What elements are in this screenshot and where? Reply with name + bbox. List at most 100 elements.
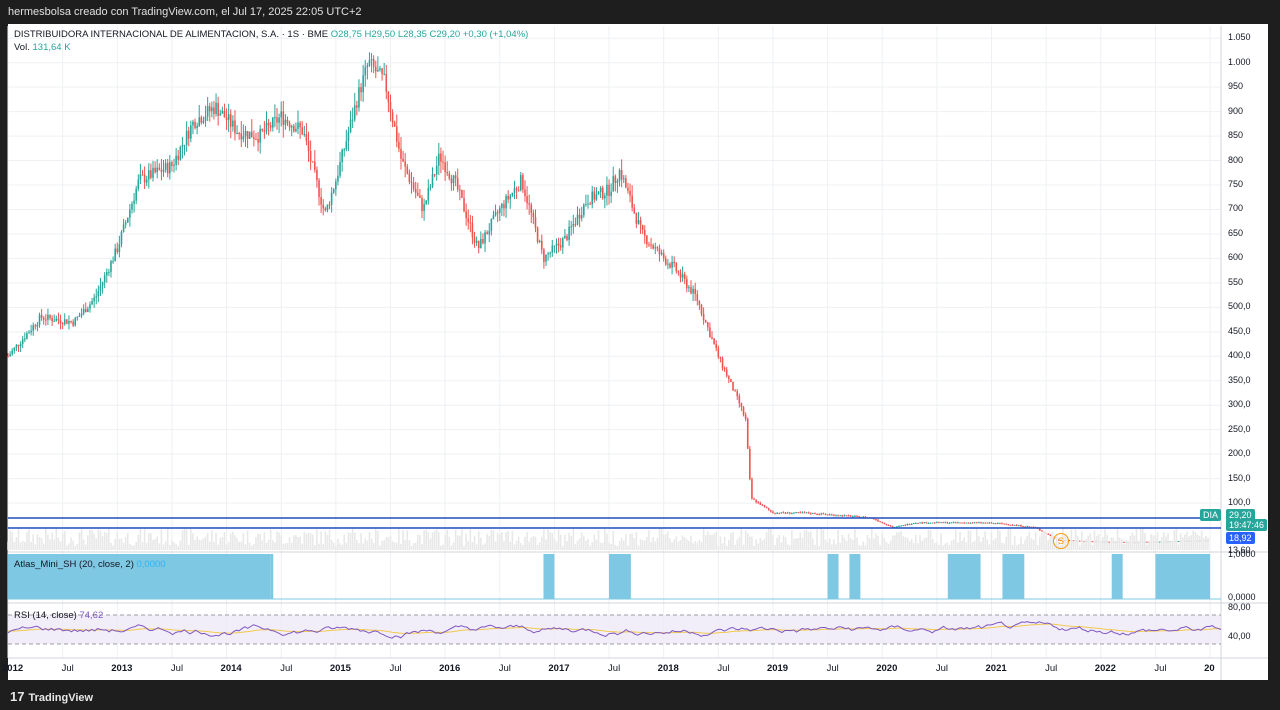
rsi-legend[interactable]: RSI (14, close) 74,62 bbox=[14, 610, 103, 621]
candle-body bbox=[936, 522, 938, 524]
candle-body bbox=[416, 192, 419, 196]
candle-body bbox=[994, 523, 997, 525]
candle-body bbox=[427, 188, 430, 201]
candle-body bbox=[814, 513, 816, 515]
candle-body bbox=[818, 514, 820, 516]
candle-body bbox=[679, 272, 682, 278]
price-tick-label: 450,0 bbox=[1228, 325, 1251, 336]
volume-bar bbox=[131, 545, 133, 550]
atlas-legend[interactable]: Atlas_Mini_SH (20, close, 2) 0,0000 bbox=[14, 559, 166, 570]
volume-bar bbox=[734, 544, 736, 550]
volume-bar bbox=[839, 542, 842, 550]
volume-bar bbox=[858, 545, 860, 550]
volume-bar bbox=[406, 530, 409, 550]
time-tick-label: Jul bbox=[717, 663, 730, 674]
volume-bar bbox=[761, 540, 764, 550]
candle-body bbox=[30, 330, 32, 333]
symbol-legend[interactable]: DISTRIBUIDORA INTERNACIONAL DE ALIMENTAC… bbox=[14, 29, 528, 40]
candle-body bbox=[1041, 530, 1043, 532]
candle-body bbox=[433, 174, 436, 176]
candle-body bbox=[263, 130, 266, 132]
candle-body bbox=[76, 316, 79, 318]
volume-bar bbox=[421, 543, 423, 550]
volume-bar bbox=[795, 538, 797, 550]
volume-bar bbox=[1173, 529, 1176, 550]
candle-body bbox=[938, 522, 940, 524]
candle-body bbox=[858, 516, 860, 518]
volume-bar bbox=[1106, 534, 1108, 550]
volume-legend[interactable]: Vol. 131,64 K bbox=[14, 42, 71, 53]
candle-body bbox=[849, 515, 852, 517]
volume-bar bbox=[290, 542, 293, 550]
volume-bar bbox=[177, 545, 180, 550]
candle-body bbox=[351, 119, 354, 121]
candle-body bbox=[599, 187, 602, 192]
volume-bar bbox=[1202, 538, 1205, 550]
candle-body bbox=[158, 167, 161, 170]
volume-bar bbox=[284, 543, 287, 550]
candle-body bbox=[883, 522, 886, 524]
volume-bar bbox=[345, 542, 348, 550]
candle-body bbox=[692, 288, 694, 294]
volume-bar bbox=[849, 538, 852, 550]
volume-bar bbox=[908, 541, 911, 550]
chart-canvas[interactable] bbox=[0, 0, 1280, 710]
volume-bar bbox=[250, 545, 253, 550]
volume-bar bbox=[900, 531, 902, 550]
volume-bar bbox=[381, 540, 383, 550]
candle-body bbox=[543, 249, 545, 262]
volume-bar bbox=[749, 536, 751, 550]
candle-body bbox=[986, 522, 989, 524]
volume-bar bbox=[482, 544, 484, 550]
volume-bar bbox=[442, 544, 444, 550]
candle-body bbox=[471, 223, 474, 238]
candle-body bbox=[662, 252, 665, 259]
candle-body bbox=[221, 110, 224, 114]
volume-bar bbox=[145, 543, 148, 550]
volume-bar bbox=[566, 541, 568, 550]
volume-bar bbox=[784, 537, 787, 550]
volume-bar bbox=[744, 530, 747, 550]
volume-bar bbox=[997, 528, 999, 550]
candle-body bbox=[175, 155, 177, 165]
volume-bar bbox=[1005, 536, 1008, 550]
volume-bar bbox=[1165, 536, 1167, 550]
candle-body bbox=[480, 238, 482, 248]
volume-bar bbox=[625, 533, 627, 550]
candle-body bbox=[629, 190, 631, 196]
volume-bar bbox=[99, 531, 102, 550]
volume-bar bbox=[295, 535, 297, 550]
volume-bar bbox=[223, 531, 226, 550]
volume-bar bbox=[1148, 540, 1150, 550]
volume-bar bbox=[580, 532, 583, 550]
split-event-marker[interactable]: S bbox=[1053, 533, 1069, 549]
volume-bar bbox=[696, 542, 699, 550]
candle-body bbox=[637, 220, 640, 224]
volume-bar bbox=[1028, 531, 1031, 550]
price-tick-label: 900 bbox=[1228, 105, 1244, 116]
candle-body bbox=[700, 305, 703, 314]
volume-bar bbox=[57, 537, 60, 550]
volume-bar bbox=[488, 535, 491, 550]
volume-bar bbox=[305, 534, 308, 550]
volume-bar bbox=[1125, 539, 1127, 550]
candle-body bbox=[881, 521, 884, 523]
candle-body bbox=[694, 288, 696, 295]
candle-body bbox=[854, 515, 856, 517]
volume-bar bbox=[1083, 541, 1085, 550]
volume-bar bbox=[459, 535, 461, 550]
time-tick-label: Jul bbox=[389, 663, 402, 674]
atlas-signal-block bbox=[827, 554, 839, 599]
volume-bar bbox=[1091, 545, 1094, 550]
volume-bar bbox=[1036, 545, 1039, 550]
tradingview-logo[interactable]: 17 TradingView bbox=[10, 689, 93, 704]
volume-bar bbox=[721, 543, 724, 550]
volume-bar bbox=[362, 543, 364, 550]
candle-body bbox=[669, 263, 671, 268]
candle-body bbox=[534, 217, 537, 228]
candle-body bbox=[385, 73, 388, 92]
volume-bar bbox=[933, 543, 936, 550]
candle-body bbox=[269, 125, 272, 128]
volume-bar bbox=[1114, 541, 1117, 550]
volume-bar bbox=[318, 543, 320, 550]
